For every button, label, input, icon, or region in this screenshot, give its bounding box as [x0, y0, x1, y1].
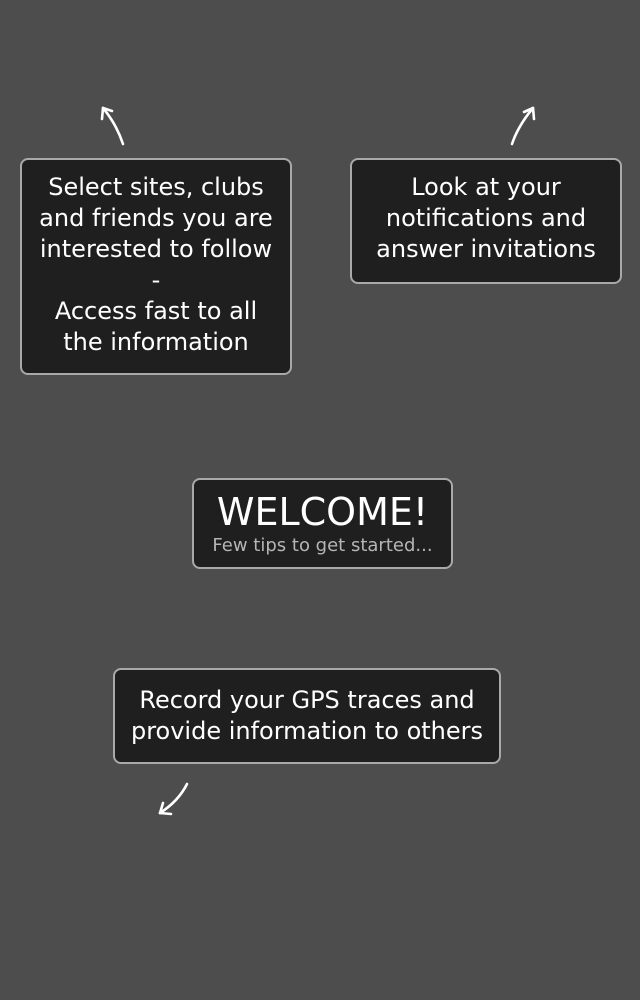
tip-record-box: Record your GPS traces and provide infor… — [113, 668, 501, 764]
tip-notifications-line: notifications and — [385, 204, 587, 232]
tip-notifications-box: Look at your notifications and answer in… — [350, 158, 622, 284]
tip-notifications-line: answer invitations — [376, 235, 596, 263]
tip-record-line: Record your GPS traces and — [139, 686, 475, 714]
tip-follow-box: Select sites, clubs and friends you are … — [20, 158, 292, 375]
tip-notifications-line: Look at your — [411, 173, 561, 201]
arrow-down-left-icon — [158, 782, 189, 816]
tip-follow-line: interested to follow — [39, 235, 273, 263]
arrow-up-right-icon — [510, 106, 536, 146]
tip-follow-line: Access fast to all — [54, 297, 258, 325]
welcome-box[interactable]: WELCOME! Few tips to get started... — [192, 478, 453, 569]
welcome-title: WELCOME! — [216, 490, 429, 534]
tip-follow-line: Select sites, clubs — [48, 173, 264, 201]
arrow-up-left-icon — [100, 106, 125, 146]
tip-record-line: provide information to others — [130, 717, 484, 745]
welcome-subtitle: Few tips to get started... — [212, 535, 433, 556]
tip-follow-line: the information — [63, 328, 249, 356]
tip-follow-line: and friends you are — [39, 204, 273, 232]
tip-follow-separator: - — [151, 266, 161, 294]
